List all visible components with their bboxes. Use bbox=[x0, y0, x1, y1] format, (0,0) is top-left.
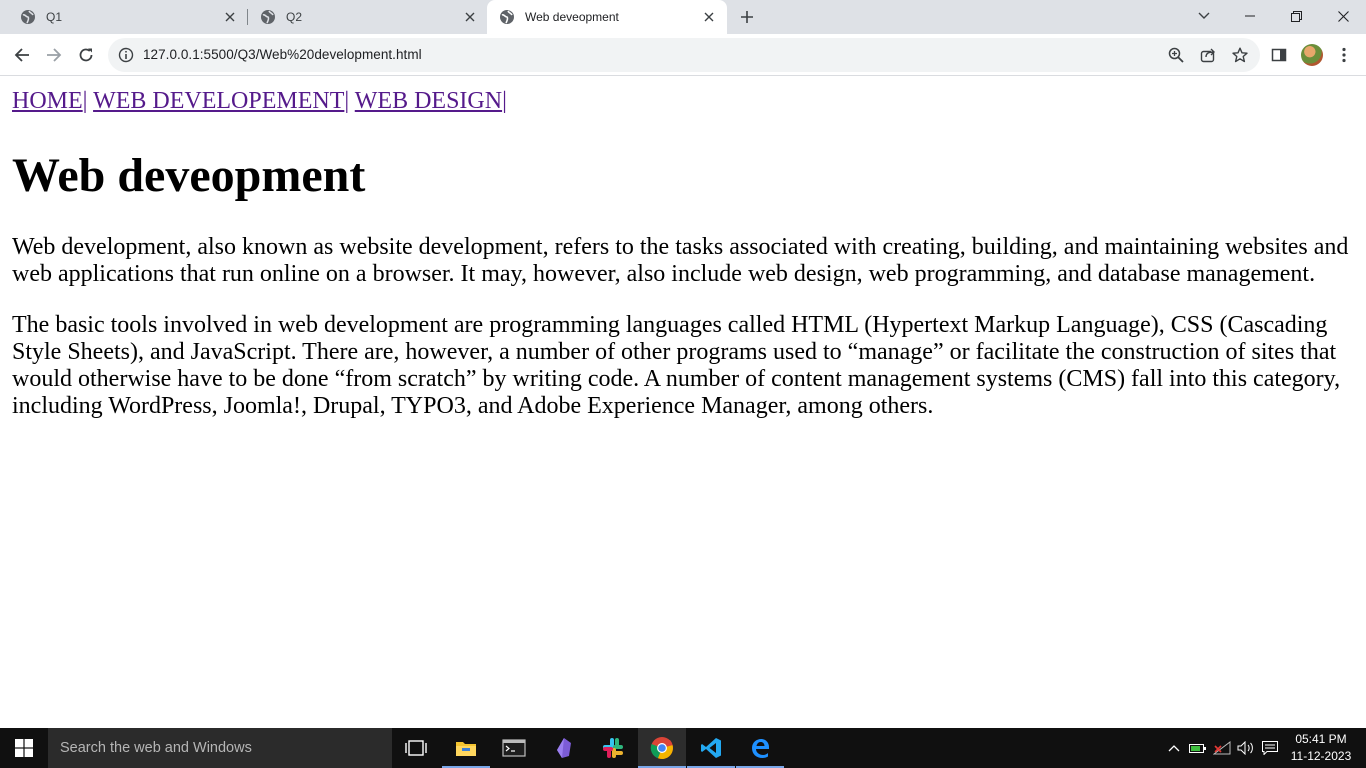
minimize-icon[interactable] bbox=[1227, 0, 1273, 32]
taskbar-search-box[interactable]: Search the web and Windows bbox=[48, 728, 392, 768]
tab-search-chevron-icon[interactable] bbox=[1181, 0, 1227, 32]
search-placeholder: Search the web and Windows bbox=[60, 740, 252, 756]
nav-link-web-design[interactable]: WEB DESIGN bbox=[355, 88, 502, 114]
zoom-icon[interactable] bbox=[1167, 46, 1185, 64]
reload-icon[interactable] bbox=[74, 43, 98, 67]
site-info-icon[interactable] bbox=[118, 47, 134, 63]
tab-title: Web deveopment bbox=[525, 10, 619, 24]
task-view-icon[interactable] bbox=[392, 728, 440, 768]
slack-icon[interactable] bbox=[589, 728, 637, 768]
tab-strip: Q1 Q2 Web deveopment bbox=[0, 0, 1366, 34]
back-arrow-icon[interactable] bbox=[10, 43, 34, 67]
windows-start-icon[interactable] bbox=[0, 728, 48, 768]
terminal-icon[interactable] bbox=[490, 728, 538, 768]
close-window-icon[interactable] bbox=[1320, 0, 1366, 32]
tab-title: Q1 bbox=[46, 10, 63, 24]
taskbar-clock[interactable]: 05:41 PM 11-12-2023 bbox=[1284, 731, 1358, 765]
browser-tab-web-deveopment[interactable]: Web deveopment bbox=[487, 0, 727, 34]
new-tab-icon[interactable] bbox=[737, 7, 757, 27]
close-tab-icon[interactable] bbox=[222, 9, 238, 25]
notification-icon[interactable] bbox=[1259, 728, 1281, 768]
paragraph-intro: Web development, also known as website d… bbox=[12, 234, 1349, 287]
side-panel-icon[interactable] bbox=[1270, 46, 1288, 64]
tab-title: Q2 bbox=[286, 10, 303, 24]
clock-time: 05:41 PM bbox=[1295, 732, 1347, 746]
nav-separator: | bbox=[344, 88, 350, 114]
browser-tab-q2[interactable]: Q2 bbox=[240, 0, 488, 34]
close-tab-icon[interactable] bbox=[701, 9, 717, 25]
share-icon[interactable] bbox=[1199, 46, 1217, 64]
globe-icon bbox=[260, 9, 276, 25]
windows-taskbar: Search the web and Windows 05:41 PM 11-1… bbox=[0, 728, 1366, 768]
file-explorer-icon[interactable] bbox=[442, 728, 490, 768]
paragraph-tools: The basic tools involved in web developm… bbox=[12, 312, 1341, 419]
site-nav: HOME| WEB DEVELOPEMENT| WEB DESIGN| bbox=[12, 88, 507, 115]
more-menu-icon[interactable] bbox=[1335, 46, 1353, 64]
nav-link-web-developement[interactable]: WEB DEVELOPEMENT bbox=[93, 88, 344, 114]
browser-tab-q1[interactable]: Q1 bbox=[0, 0, 248, 34]
tray-chevron-up-icon[interactable] bbox=[1164, 728, 1184, 768]
clock-date: 11-12-2023 bbox=[1290, 749, 1352, 763]
url-text: 127.0.0.1:5500/Q3/Web%20development.html bbox=[143, 47, 422, 62]
vscode-icon[interactable] bbox=[687, 728, 735, 768]
battery-icon[interactable] bbox=[1187, 728, 1209, 768]
profile-avatar[interactable] bbox=[1301, 44, 1323, 66]
globe-icon bbox=[499, 9, 515, 25]
browser-toolbar: 127.0.0.1:5500/Q3/Web%20development.html bbox=[0, 34, 1366, 76]
close-tab-icon[interactable] bbox=[462, 9, 478, 25]
obsidian-icon[interactable] bbox=[540, 728, 588, 768]
nav-separator: | bbox=[502, 88, 507, 114]
address-bar[interactable]: 127.0.0.1:5500/Q3/Web%20development.html bbox=[108, 38, 1260, 72]
web-page: HOME| WEB DEVELOPEMENT| WEB DESIGN| Web … bbox=[0, 77, 1366, 728]
network-disconnected-icon[interactable] bbox=[1211, 728, 1233, 768]
forward-arrow-icon[interactable] bbox=[42, 43, 66, 67]
nav-link-home[interactable]: HOME bbox=[12, 88, 83, 114]
bookmark-star-icon[interactable] bbox=[1231, 46, 1249, 64]
globe-icon bbox=[20, 9, 36, 25]
nav-separator: | bbox=[82, 88, 88, 114]
page-heading: Web deveopment bbox=[12, 149, 366, 202]
edge-icon[interactable] bbox=[736, 728, 784, 768]
volume-icon[interactable] bbox=[1235, 728, 1257, 768]
restore-icon[interactable] bbox=[1273, 0, 1319, 32]
chrome-icon[interactable] bbox=[638, 728, 686, 768]
